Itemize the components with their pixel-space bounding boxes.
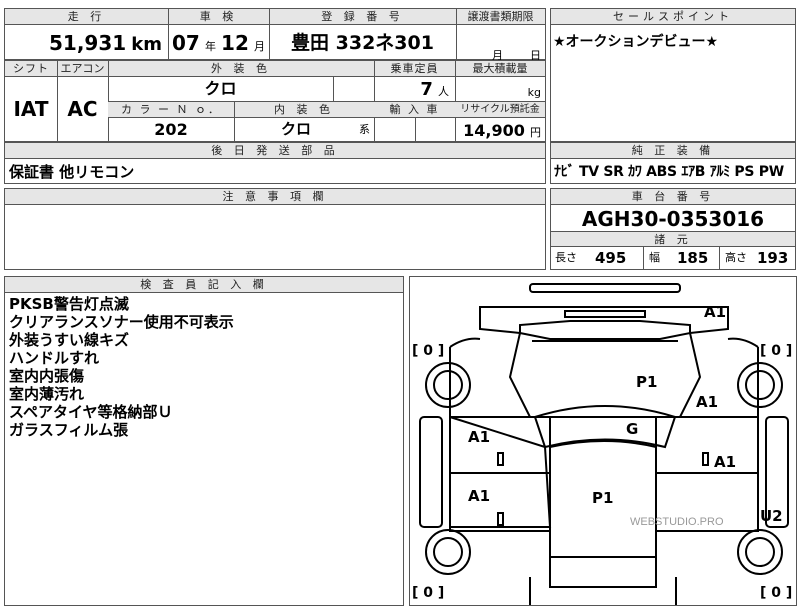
aircon-value: AC bbox=[67, 97, 98, 121]
damage-mark-p1-hood: P1 bbox=[636, 373, 657, 391]
tire-left-bottom: [ 0 ] bbox=[412, 585, 444, 601]
note-line: 室内薄汚れ bbox=[9, 385, 85, 403]
capacity-cell: 7 人 bbox=[374, 77, 455, 101]
tire-left-top: [ 0 ] bbox=[412, 343, 444, 359]
later-parts-header: 後 日 発 送 部 品 bbox=[5, 143, 545, 159]
inspection-year-unit: 年 bbox=[204, 40, 216, 53]
interior-color-suffix: 系 bbox=[359, 123, 370, 136]
max-load-header: 最大積載量 bbox=[455, 61, 545, 77]
mileage-header: 走 行 bbox=[5, 9, 168, 25]
damage-mark-a1-right-front-door: A1 bbox=[714, 453, 736, 471]
damage-mark-a1-top: A1 bbox=[704, 303, 726, 321]
recycle-cell: 14,900 円 bbox=[455, 118, 545, 141]
shift-value: IAT bbox=[13, 97, 49, 121]
exterior-color-header: 外 装 色 bbox=[108, 61, 374, 77]
dimensions-row: 長さ 495 幅 185 高さ 193 bbox=[551, 247, 795, 269]
registration-cell: 豊田 332ネ301 bbox=[269, 25, 456, 59]
inspection-month: 12 bbox=[221, 31, 249, 55]
tire-right-top: [ 0 ] bbox=[760, 343, 792, 359]
interior-color-value: クロ bbox=[280, 120, 311, 138]
registration-header: 登 録 番 号 bbox=[269, 9, 456, 25]
max-load-cell: kg bbox=[455, 77, 545, 101]
note-line: 外装うすい線キズ bbox=[9, 331, 130, 349]
sales-point-box: セールスポイント ★オークションデビュー★ bbox=[550, 8, 796, 142]
chassis-header: 車 台 番 号 bbox=[551, 189, 795, 205]
spec-box: シフト エアコン 外 装 色 乗車定員 最大積載量 IAT AC クロ 7 人 … bbox=[4, 60, 546, 142]
note-line: PKSB警告灯点滅 bbox=[9, 295, 129, 313]
mileage-value: 51,931 bbox=[48, 31, 127, 55]
equipment-box: 純 正 装 備 ﾅﾋﾞ TV SR ｶﾜ ABS ｴｱB ｱﾙﾐ PS PW bbox=[550, 142, 796, 184]
height-value: 193 bbox=[757, 249, 789, 267]
inspection-header: 車 検 bbox=[168, 9, 269, 25]
aircon-header: エアコン bbox=[57, 61, 108, 77]
capacity-unit: 人 bbox=[438, 85, 449, 98]
max-load-unit: kg bbox=[527, 86, 541, 99]
recycle-value: 14,900 bbox=[463, 121, 525, 140]
width-label: 幅 bbox=[649, 251, 660, 264]
caution-box: 注 意 事 項 欄 bbox=[4, 188, 546, 270]
registration-value: 豊田 332ネ301 bbox=[291, 32, 434, 54]
note-line: 室内内張傷 bbox=[9, 367, 85, 385]
length-label: 長さ bbox=[555, 251, 577, 264]
note-line: スペアタイヤ等格納部Ｕ bbox=[9, 403, 173, 421]
inspection-year: 07 bbox=[172, 31, 200, 55]
transfer-cell: 月 日 bbox=[456, 25, 545, 62]
equipment-value: ﾅﾋﾞ TV SR ｶﾜ ABS ｴｱB ｱﾙﾐ PS PW bbox=[554, 164, 784, 180]
mileage-cell: 51,931 km bbox=[5, 25, 168, 59]
transfer-header: 譲渡書類期限 bbox=[456, 9, 545, 25]
damage-mark-u2-right-rear: U2 bbox=[760, 507, 783, 525]
top-info-box: 走 行 車 検 登 録 番 号 譲渡書類期限 51,931 km 07 年 12… bbox=[4, 8, 546, 62]
recycle-unit: 円 bbox=[530, 126, 541, 139]
damage-mark-a1-left-rear-door: A1 bbox=[468, 487, 490, 505]
inspection-month-unit: 月 bbox=[253, 40, 265, 53]
interior-color-cell: クロ 系 bbox=[234, 118, 374, 141]
note-line: ガラスフィルム張 bbox=[9, 421, 129, 439]
tire-right-bottom: [ 0 ] bbox=[760, 585, 792, 601]
chassis-value: AGH30-0353016 bbox=[581, 207, 765, 231]
inspector-header: 検 査 員 記 入 欄 bbox=[5, 277, 403, 293]
width-value: 185 bbox=[677, 249, 709, 267]
capacity-header: 乗車定員 bbox=[374, 61, 455, 77]
damage-mark-a1-right-fender: A1 bbox=[696, 393, 718, 411]
color-no-header: カ ラ ー Ｎ ｏ． bbox=[108, 102, 234, 118]
note-line: クリアランスソナー使用不可表示 bbox=[9, 313, 234, 331]
mileage-unit: km bbox=[131, 34, 162, 55]
exterior-color-value: クロ bbox=[204, 79, 237, 98]
note-line: ハンドルすれ bbox=[9, 349, 100, 367]
chassis-box: 車 台 番 号 AGH30-0353016 諸 元 長さ 495 幅 185 高… bbox=[550, 188, 796, 270]
equipment-header: 純 正 装 備 bbox=[551, 143, 795, 159]
import-header: 輸 入 車 bbox=[374, 102, 455, 118]
later-parts-value: 保証書 他リモコン bbox=[9, 163, 135, 181]
sales-point-header: セールスポイント bbox=[551, 9, 795, 25]
height-label: 高さ bbox=[725, 251, 747, 264]
watermark: WEBSTUDIO.PRO bbox=[630, 516, 724, 528]
later-parts-box: 後 日 発 送 部 品 保証書 他リモコン bbox=[4, 142, 546, 184]
damage-mark-g-windshield: G bbox=[626, 420, 638, 438]
damage-mark-a1-left-front-door: A1 bbox=[468, 428, 490, 446]
inspector-notes: PKSB警告灯点滅 クリアランスソナー使用不可表示 外装うすい線キズ ハンドルす… bbox=[9, 295, 234, 439]
color-no-value: 202 bbox=[154, 120, 188, 139]
inspection-cell: 07 年 12 月 bbox=[168, 25, 269, 59]
car-diagram-box: WEBSTUDIO.PRO [ 0 ] [ 0 ] [ 0 ] [ 0 ] A1… bbox=[409, 276, 797, 606]
dimensions-header: 諸 元 bbox=[551, 231, 795, 247]
shift-header: シフト bbox=[5, 61, 57, 77]
inspector-box: 検 査 員 記 入 欄 PKSB警告灯点滅 クリアランスソナー使用不可表示 外装… bbox=[4, 276, 404, 606]
damage-mark-p1-roof: P1 bbox=[592, 489, 613, 507]
recycle-header: リサイクル預託金 bbox=[455, 102, 545, 118]
interior-color-header: 内 装 色 bbox=[234, 102, 374, 118]
capacity-value: 7 bbox=[420, 79, 433, 100]
caution-header: 注 意 事 項 欄 bbox=[5, 189, 545, 205]
length-value: 495 bbox=[595, 249, 627, 267]
sales-point-text: ★オークションデビュー★ bbox=[553, 34, 719, 50]
car-diagram-svg: WEBSTUDIO.PRO [ 0 ] [ 0 ] [ 0 ] [ 0 ] A1… bbox=[412, 283, 792, 605]
